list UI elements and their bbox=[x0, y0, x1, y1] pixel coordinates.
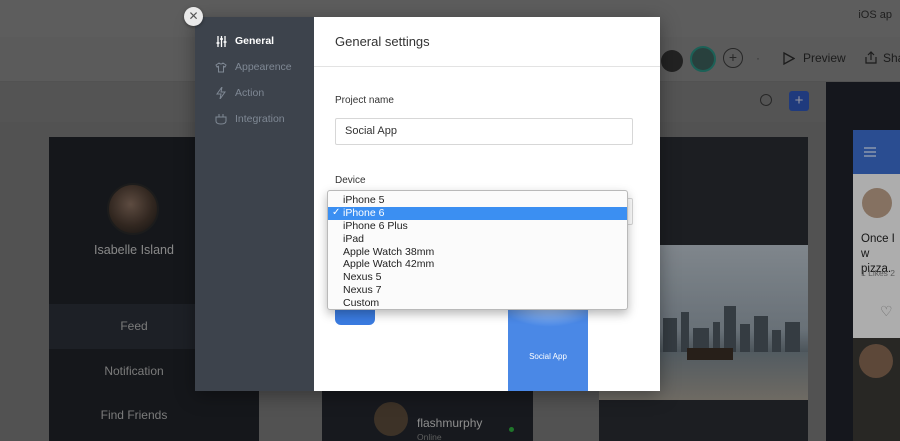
sidebar-item-appearence[interactable]: Appearence bbox=[215, 59, 292, 75]
device-option[interactable]: Apple Watch 38mm bbox=[328, 246, 627, 259]
device-dropdown-list: iPhone 5 ✓ iPhone 6 iPhone 6 Plus iPad Ap… bbox=[327, 190, 628, 310]
device-option[interactable]: iPhone 5 bbox=[328, 194, 627, 207]
sliders-icon bbox=[215, 35, 227, 47]
sidebar-item-label: Integration bbox=[235, 113, 285, 125]
lightning-icon bbox=[215, 87, 227, 99]
device-label: Device bbox=[335, 175, 366, 186]
sidebar-item-general[interactable]: General bbox=[215, 33, 274, 49]
modal-title: General settings bbox=[335, 34, 430, 49]
project-name-input[interactable]: Social App bbox=[335, 118, 633, 145]
sidebar-item-action[interactable]: Action bbox=[215, 85, 264, 101]
sidebar-item-label: Appearence bbox=[235, 61, 292, 73]
device-option-selected[interactable]: ✓ iPhone 6 bbox=[328, 206, 627, 220]
preview-app-name: Social App bbox=[529, 352, 567, 361]
title-divider bbox=[314, 66, 660, 67]
sidebar-item-label: Action bbox=[235, 87, 265, 99]
shirt-icon bbox=[215, 61, 227, 73]
sidebar-item-label: General bbox=[235, 35, 275, 47]
plug-icon bbox=[215, 113, 227, 125]
device-option[interactable]: iPhone 6 Plus bbox=[328, 220, 627, 233]
project-name-label: Project name bbox=[335, 95, 394, 106]
device-option[interactable]: Custom bbox=[328, 297, 627, 310]
device-option[interactable]: Nexus 5 bbox=[328, 271, 627, 284]
settings-sidebar: General Appearence Action Integration bbox=[195, 17, 314, 391]
device-option[interactable]: iPad bbox=[328, 233, 627, 246]
close-modal-button[interactable]: ✕ bbox=[184, 7, 203, 26]
sidebar-item-integration[interactable]: Integration bbox=[215, 111, 285, 127]
checkmark-icon: ✓ bbox=[332, 206, 341, 218]
device-option[interactable]: Nexus 7 bbox=[328, 284, 627, 297]
device-option[interactable]: Apple Watch 42mm bbox=[328, 258, 627, 271]
